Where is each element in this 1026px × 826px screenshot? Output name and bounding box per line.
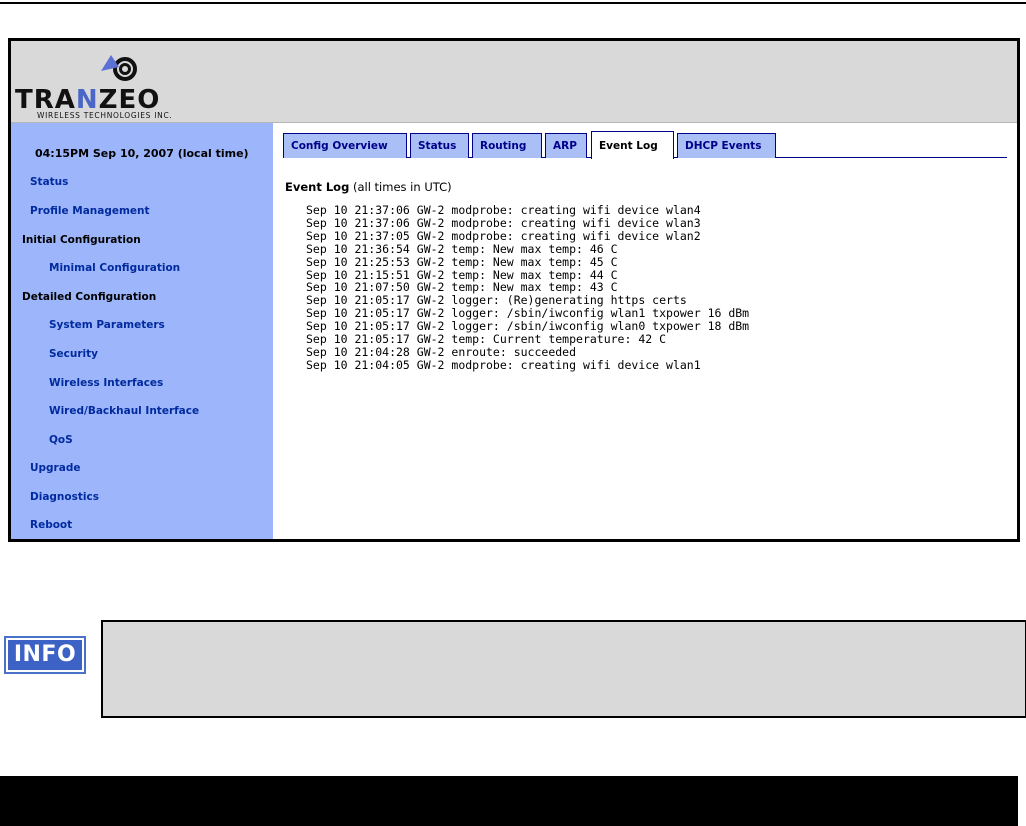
top-rule <box>0 2 1026 4</box>
tab-status[interactable]: Status <box>410 133 469 158</box>
sidebar-item-status[interactable]: Status <box>30 176 68 188</box>
main-content: Config Overview Status Routing ARP Event… <box>273 123 1017 539</box>
tab-arp[interactable]: ARP <box>545 133 587 158</box>
sidebar-item-wired-backhaul-interface[interactable]: Wired/Backhaul Interface <box>49 405 199 417</box>
log-line: Sep 10 21:04:05 GW-2 modprobe: creating … <box>306 357 701 372</box>
sidebar-item-qos[interactable]: QoS <box>49 434 73 446</box>
brand-tagline: WIRELESS TECHNOLOGIES INC. <box>37 111 173 120</box>
sidebar-item-profile-management[interactable]: Profile Management <box>30 205 150 217</box>
log-line: Sep 10 21:04:28 GW-2 enroute: succeeded <box>306 344 577 359</box>
event-log-subtitle: (all times in UTC) <box>352 180 452 194</box>
sidebar-section-detailed-configuration[interactable]: Detailed Configuration <box>22 291 156 303</box>
sidebar-item-minimal-configuration[interactable]: Minimal Configuration <box>49 262 180 274</box>
tab-dhcp-events[interactable]: DHCP Events <box>677 133 776 158</box>
event-log-title: Event Log <box>285 180 350 194</box>
log-line: Sep 10 21:37:05 GW-2 modprobe: creating … <box>306 228 701 243</box>
info-badge-label: INFO <box>8 640 82 670</box>
header-banner: TRANZEO WIRELESS TECHNOLOGIES INC. <box>11 41 1017 123</box>
tab-config-overview[interactable]: Config Overview <box>283 133 407 158</box>
sidebar-item-system-parameters[interactable]: System Parameters <box>49 319 165 331</box>
log-line: Sep 10 21:36:54 GW-2 temp: New max temp:… <box>306 241 618 256</box>
sidebar-nav: 04:15PM Sep 10, 2007 (local time) Status… <box>11 123 273 539</box>
sidebar-item-security[interactable]: Security <box>49 348 98 360</box>
tab-routing[interactable]: Routing <box>472 133 542 158</box>
tranzeo-antenna-icon <box>101 55 137 81</box>
tab-bar: Config Overview Status Routing ARP Event… <box>283 131 1007 159</box>
local-time-clock: 04:15PM Sep 10, 2007 (local time) <box>35 147 249 160</box>
info-note-box <box>101 620 1026 718</box>
sidebar-item-upgrade[interactable]: Upgrade <box>30 462 80 474</box>
event-log-list: Sep 10 21:37:06 GW-2 modprobe: creating … <box>306 204 749 372</box>
router-web-ui-frame: TRANZEO WIRELESS TECHNOLOGIES INC. 04:15… <box>8 38 1020 542</box>
tab-event-log[interactable]: Event Log <box>591 131 674 159</box>
sidebar-item-wireless-interfaces[interactable]: Wireless Interfaces <box>49 377 163 389</box>
sidebar-section-initial-configuration[interactable]: Initial Configuration <box>22 234 141 246</box>
log-line: Sep 10 21:25:53 GW-2 temp: New max temp:… <box>306 254 618 269</box>
sidebar-item-diagnostics[interactable]: Diagnostics <box>30 491 99 503</box>
log-line: Sep 10 21:37:06 GW-2 modprobe: creating … <box>306 215 701 230</box>
event-log-heading: Event Log (all times in UTC) <box>285 180 452 194</box>
footer-bar <box>0 776 1018 826</box>
sidebar-item-reboot[interactable]: Reboot <box>30 519 72 531</box>
log-line: Sep 10 21:37:06 GW-2 modprobe: creating … <box>306 203 701 217</box>
brand-logo: TRANZEO WIRELESS TECHNOLOGIES INC. <box>15 43 245 123</box>
info-icon: INFO <box>4 636 86 674</box>
